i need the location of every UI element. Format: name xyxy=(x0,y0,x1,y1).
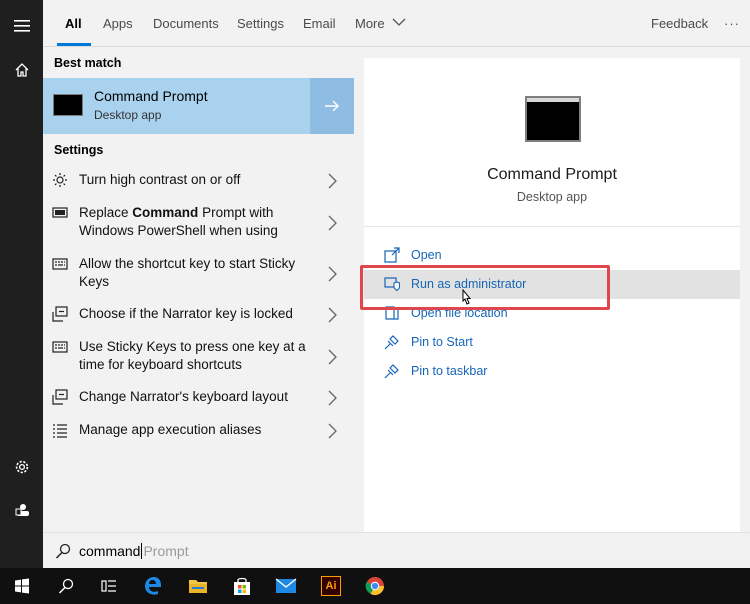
monitor-icon xyxy=(51,204,69,222)
chevron-right-icon xyxy=(328,349,337,365)
chevron-right-icon xyxy=(328,266,337,282)
search-box[interactable]: command Prompt xyxy=(43,532,750,568)
keyboard-icon xyxy=(51,255,69,273)
tab-email[interactable]: Email xyxy=(303,16,336,31)
list-item-label: Manage app execution aliases xyxy=(79,422,262,437)
pin-icon xyxy=(384,364,399,379)
open-action-label: Open xyxy=(411,248,442,262)
best-match-name: Command Prompt xyxy=(94,88,208,104)
command-prompt-large-icon xyxy=(525,96,581,142)
edge-icon[interactable] xyxy=(131,568,175,604)
search-query: command xyxy=(79,543,141,559)
list-item-label: Change Narrator's keyboard layout xyxy=(79,389,288,404)
chrome-icon[interactable] xyxy=(353,568,397,604)
illustrator-icon[interactable]: Ai xyxy=(309,568,353,604)
pin-to-start-action[interactable]: Pin to Start xyxy=(364,328,740,357)
home-icon[interactable] xyxy=(0,52,43,88)
chevron-right-icon xyxy=(328,215,337,231)
chevron-right-icon xyxy=(328,423,337,439)
tab-documents[interactable]: Documents xyxy=(153,16,219,31)
details-app-title: Command Prompt xyxy=(487,166,617,183)
mouse-cursor-icon xyxy=(462,289,472,305)
search-icon xyxy=(55,543,71,559)
command-prompt-icon xyxy=(53,94,83,116)
pin-to-start-label: Pin to Start xyxy=(411,335,473,349)
settings-heading: Settings xyxy=(54,143,104,157)
pin-to-taskbar-label: Pin to taskbar xyxy=(411,364,488,378)
chevron-right-icon xyxy=(328,390,337,406)
search-icon[interactable] xyxy=(44,568,88,604)
divider xyxy=(364,226,740,227)
task-view-icon[interactable] xyxy=(87,568,131,604)
brightness-icon xyxy=(51,171,69,189)
active-tab-indicator xyxy=(57,43,91,46)
chevron-down-icon xyxy=(392,18,406,26)
more-options-icon[interactable]: ··· xyxy=(724,16,740,31)
hamburger-menu-icon[interactable] xyxy=(0,8,43,44)
arrow-right-icon xyxy=(325,100,339,112)
highlight-annotation-box xyxy=(360,265,610,310)
tab-more[interactable]: More xyxy=(355,16,406,31)
file-explorer-icon[interactable] xyxy=(176,568,220,604)
search-input[interactable]: command Prompt xyxy=(79,543,189,559)
store-icon[interactable] xyxy=(220,568,264,604)
tab-all[interactable]: All xyxy=(65,16,82,31)
pin-to-taskbar-action[interactable]: Pin to taskbar xyxy=(364,357,740,386)
user-account-icon[interactable] xyxy=(0,492,43,528)
list-item-label: Replace Command Prompt with Windows Powe… xyxy=(79,205,278,238)
best-match-type: Desktop app xyxy=(94,108,162,122)
chevron-right-icon xyxy=(328,307,337,323)
list-item-label: Allow the shortcut key to start Sticky K… xyxy=(79,256,296,289)
open-icon xyxy=(384,247,400,263)
list-item-label: Use Sticky Keys to press one key at a ti… xyxy=(79,339,306,372)
narrator-icon xyxy=(51,305,69,323)
pin-icon xyxy=(384,335,399,350)
tab-more-label: More xyxy=(355,16,385,31)
details-app-type: Desktop app xyxy=(516,190,588,204)
list-item-label: Choose if the Narrator key is locked xyxy=(79,306,293,321)
best-match-heading: Best match xyxy=(54,56,122,70)
search-suggestion: Prompt xyxy=(143,543,189,559)
chevron-right-icon xyxy=(328,173,337,189)
taskbar: Ai xyxy=(0,568,750,604)
left-rail xyxy=(0,0,43,568)
best-match-item: Command Prompt Desktop app xyxy=(43,78,354,134)
windows-start-icon[interactable] xyxy=(0,568,44,604)
results-pane: Best match Command Prompt Desktop app Se… xyxy=(43,47,354,532)
keyboard-icon xyxy=(51,338,69,356)
gear-icon[interactable] xyxy=(0,449,43,485)
search-filter-tabs: All Apps Documents Settings Email More F… xyxy=(43,0,750,47)
expand-details-button[interactable] xyxy=(310,78,354,134)
tab-apps[interactable]: Apps xyxy=(103,16,133,31)
list-icon xyxy=(51,421,69,439)
narrator-icon xyxy=(51,388,69,406)
best-match-open-area[interactable]: Command Prompt Desktop app xyxy=(43,78,309,134)
feedback-link[interactable]: Feedback xyxy=(651,16,708,31)
list-item-label: Turn high contrast on or off xyxy=(79,172,241,187)
mail-icon[interactable] xyxy=(264,568,308,604)
illustrator-icon-label: Ai xyxy=(321,576,341,596)
tab-settings[interactable]: Settings xyxy=(237,16,284,31)
